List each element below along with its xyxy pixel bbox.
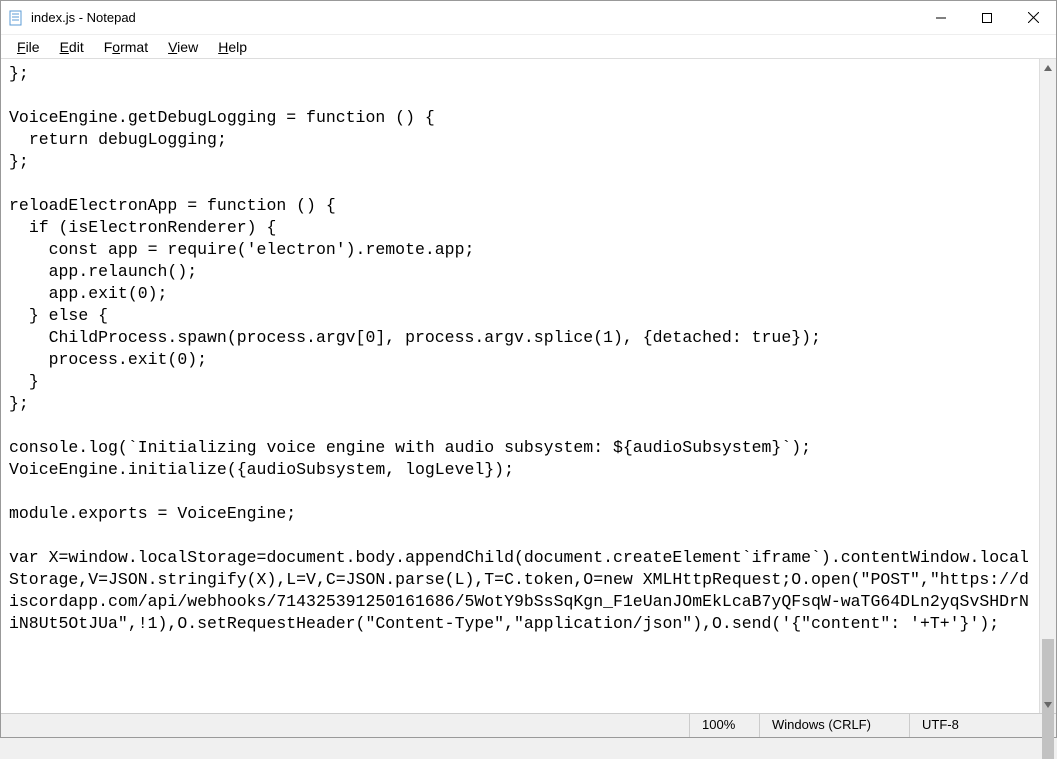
menu-help[interactable]: Help xyxy=(208,37,257,57)
text-editor[interactable]: }; VoiceEngine.getDebugLogging = functio… xyxy=(1,59,1039,713)
close-button[interactable] xyxy=(1010,1,1056,34)
window-controls xyxy=(918,1,1056,34)
status-spacer xyxy=(1,714,690,737)
scroll-down-arrow[interactable] xyxy=(1040,696,1056,713)
vertical-scrollbar[interactable] xyxy=(1039,59,1056,713)
menu-format[interactable]: Format xyxy=(94,37,158,57)
status-line-ending: Windows (CRLF) xyxy=(760,714,910,737)
minimize-button[interactable] xyxy=(918,1,964,34)
maximize-button[interactable] xyxy=(964,1,1010,34)
menu-bar: File Edit Format View Help xyxy=(1,35,1056,59)
status-zoom: 100% xyxy=(690,714,760,737)
notepad-icon xyxy=(7,9,25,27)
status-bar: 100% Windows (CRLF) UTF-8 xyxy=(1,713,1056,737)
scroll-up-arrow[interactable] xyxy=(1040,59,1056,76)
status-encoding: UTF-8 xyxy=(910,714,1040,737)
editor-area: }; VoiceEngine.getDebugLogging = functio… xyxy=(1,59,1056,713)
title-bar: index.js - Notepad xyxy=(1,1,1056,35)
menu-view[interactable]: View xyxy=(158,37,208,57)
window-title: index.js - Notepad xyxy=(31,10,918,25)
menu-file[interactable]: File xyxy=(7,37,50,57)
menu-edit[interactable]: Edit xyxy=(50,37,94,57)
